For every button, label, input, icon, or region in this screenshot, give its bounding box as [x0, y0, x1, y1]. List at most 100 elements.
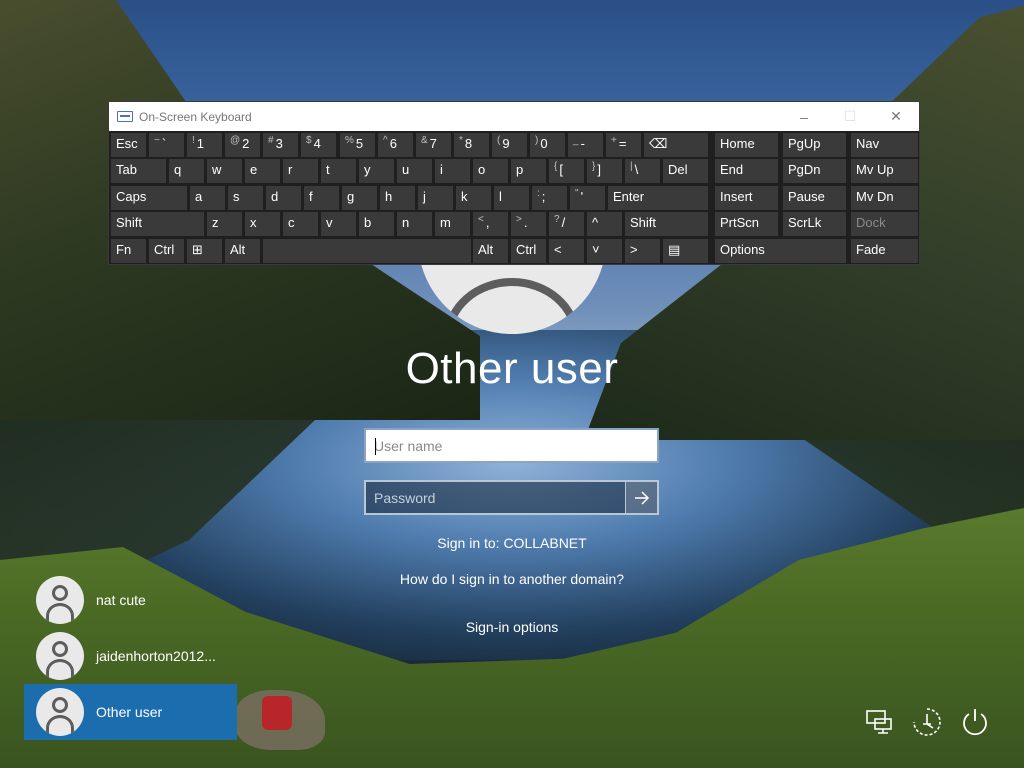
- key-symbol[interactable]: ? /: [549, 212, 584, 236]
- key-pause[interactable]: Pause: [783, 186, 846, 210]
- key-enter[interactable]: Enter: [608, 186, 708, 210]
- key-symbol[interactable]: ▤: [663, 239, 708, 263]
- key-scrlk[interactable]: ScrLk: [783, 212, 846, 236]
- key-4[interactable]: $4: [301, 133, 336, 157]
- key-j[interactable]: j: [418, 186, 453, 210]
- key-shift[interactable]: Shift: [625, 212, 708, 236]
- key-f[interactable]: f: [304, 186, 339, 210]
- key-options[interactable]: Options: [715, 239, 846, 263]
- key-insert[interactable]: Insert: [715, 186, 778, 210]
- key-y[interactable]: y: [359, 159, 394, 183]
- key-symbol[interactable]: " ': [570, 186, 605, 210]
- user-tile[interactable]: jaidenhorton2012...: [24, 628, 237, 684]
- key-symbol[interactable]: ⌫: [644, 133, 708, 157]
- key-mvup[interactable]: Mv Up: [851, 159, 918, 183]
- key-alt[interactable]: Alt: [473, 239, 508, 263]
- key-symbol[interactable]: :;: [532, 186, 567, 210]
- maximize-button[interactable]: ☐: [827, 102, 873, 131]
- key-3[interactable]: #3: [263, 133, 298, 157]
- key-i[interactable]: i: [435, 159, 470, 183]
- key-symbol[interactable]: _ -: [568, 133, 603, 157]
- key-main-label: 7: [429, 136, 437, 151]
- minimize-button[interactable]: –: [781, 102, 827, 131]
- key-5[interactable]: % 5: [340, 133, 375, 157]
- key-k[interactable]: k: [456, 186, 491, 210]
- key-prtscn[interactable]: PrtScn: [715, 212, 778, 236]
- submit-button[interactable]: [625, 482, 657, 513]
- key-dock[interactable]: Dock: [851, 212, 918, 236]
- key-8[interactable]: * 8: [454, 133, 489, 157]
- key-pgdn[interactable]: PgDn: [783, 159, 846, 183]
- on-screen-keyboard-window[interactable]: On-Screen Keyboard – ☐ ✕ Esc ~ `! 1 @2 #3 $4% 5…: [108, 101, 920, 265]
- key-caps[interactable]: Caps: [111, 186, 187, 210]
- key-symbol[interactable]: <,: [473, 212, 508, 236]
- key-q[interactable]: q: [169, 159, 204, 183]
- user-tile-selected[interactable]: Other user: [24, 684, 237, 740]
- key-del[interactable]: Del: [663, 159, 708, 183]
- key-t[interactable]: t: [321, 159, 356, 183]
- password-input[interactable]: [366, 482, 625, 513]
- key-9[interactable]: (9: [492, 133, 527, 157]
- key-ctrl[interactable]: Ctrl: [149, 239, 184, 263]
- key-c[interactable]: c: [283, 212, 318, 236]
- user-tile[interactable]: nat cute: [24, 572, 237, 628]
- key-symbol[interactable]: >: [625, 239, 660, 263]
- key-symbol[interactable]: ⊞: [187, 239, 222, 263]
- network-button[interactable]: [861, 704, 897, 740]
- key-symbol[interactable]: | \: [625, 159, 660, 183]
- key-0[interactable]: ) 0: [530, 133, 565, 157]
- key-2[interactable]: @2: [225, 133, 260, 157]
- key-v[interactable]: v: [321, 212, 356, 236]
- key-symbol[interactable]: + =: [606, 133, 641, 157]
- key-symbol[interactable]: <: [549, 239, 584, 263]
- key-symbol[interactable]: ^: [587, 212, 622, 236]
- key-space[interactable]: [263, 239, 471, 263]
- key-7[interactable]: & 7: [416, 133, 451, 157]
- key-h[interactable]: h: [380, 186, 415, 210]
- key-fade[interactable]: Fade: [851, 239, 918, 263]
- username-input[interactable]: [366, 430, 657, 461]
- key-symbol[interactable]: }]: [587, 159, 622, 183]
- key-u[interactable]: u: [397, 159, 432, 183]
- key-main-label: .: [523, 215, 528, 230]
- key-shift[interactable]: Shift: [111, 212, 204, 236]
- key-nav[interactable]: Nav: [851, 133, 918, 157]
- key-x[interactable]: x: [245, 212, 280, 236]
- key-symbol[interactable]: >.: [511, 212, 546, 236]
- key-a[interactable]: a: [190, 186, 225, 210]
- key-ctrl[interactable]: Ctrl: [511, 239, 546, 263]
- key-o[interactable]: o: [473, 159, 508, 183]
- key-r[interactable]: r: [283, 159, 318, 183]
- ease-of-access-button[interactable]: [909, 704, 945, 740]
- key-pgup[interactable]: PgUp: [783, 133, 846, 157]
- key-symbol[interactable]: {[: [549, 159, 584, 183]
- key-6[interactable]: ^ 6: [378, 133, 413, 157]
- key-fn[interactable]: Fn: [111, 239, 146, 263]
- key-n[interactable]: n: [397, 212, 432, 236]
- key-symbol[interactable]: ~ `: [149, 133, 184, 157]
- key-z[interactable]: z: [207, 212, 242, 236]
- key-esc[interactable]: Esc: [111, 133, 146, 157]
- key-home[interactable]: Home: [715, 133, 778, 157]
- power-button[interactable]: [957, 704, 993, 740]
- key-e[interactable]: e: [245, 159, 280, 183]
- key-l[interactable]: l: [494, 186, 529, 210]
- key-symbol[interactable]: ˅: [587, 239, 622, 263]
- close-button[interactable]: ✕: [873, 102, 919, 131]
- key-1[interactable]: ! 1: [187, 133, 222, 157]
- key-w[interactable]: w: [207, 159, 242, 183]
- password-field[interactable]: [364, 480, 659, 515]
- key-d[interactable]: d: [266, 186, 301, 210]
- key-m[interactable]: m: [435, 212, 470, 236]
- key-end[interactable]: End: [715, 159, 778, 183]
- key-alt[interactable]: Alt: [225, 239, 260, 263]
- key-tab[interactable]: Tab: [111, 159, 166, 183]
- key-b[interactable]: b: [359, 212, 394, 236]
- key-shift-label: >: [516, 214, 522, 225]
- key-g[interactable]: g: [342, 186, 377, 210]
- osk-titlebar[interactable]: On-Screen Keyboard – ☐ ✕: [109, 102, 919, 131]
- username-field[interactable]: [364, 428, 659, 463]
- key-mvdn[interactable]: Mv Dn: [851, 186, 918, 210]
- key-s[interactable]: s: [228, 186, 263, 210]
- key-p[interactable]: p: [511, 159, 546, 183]
